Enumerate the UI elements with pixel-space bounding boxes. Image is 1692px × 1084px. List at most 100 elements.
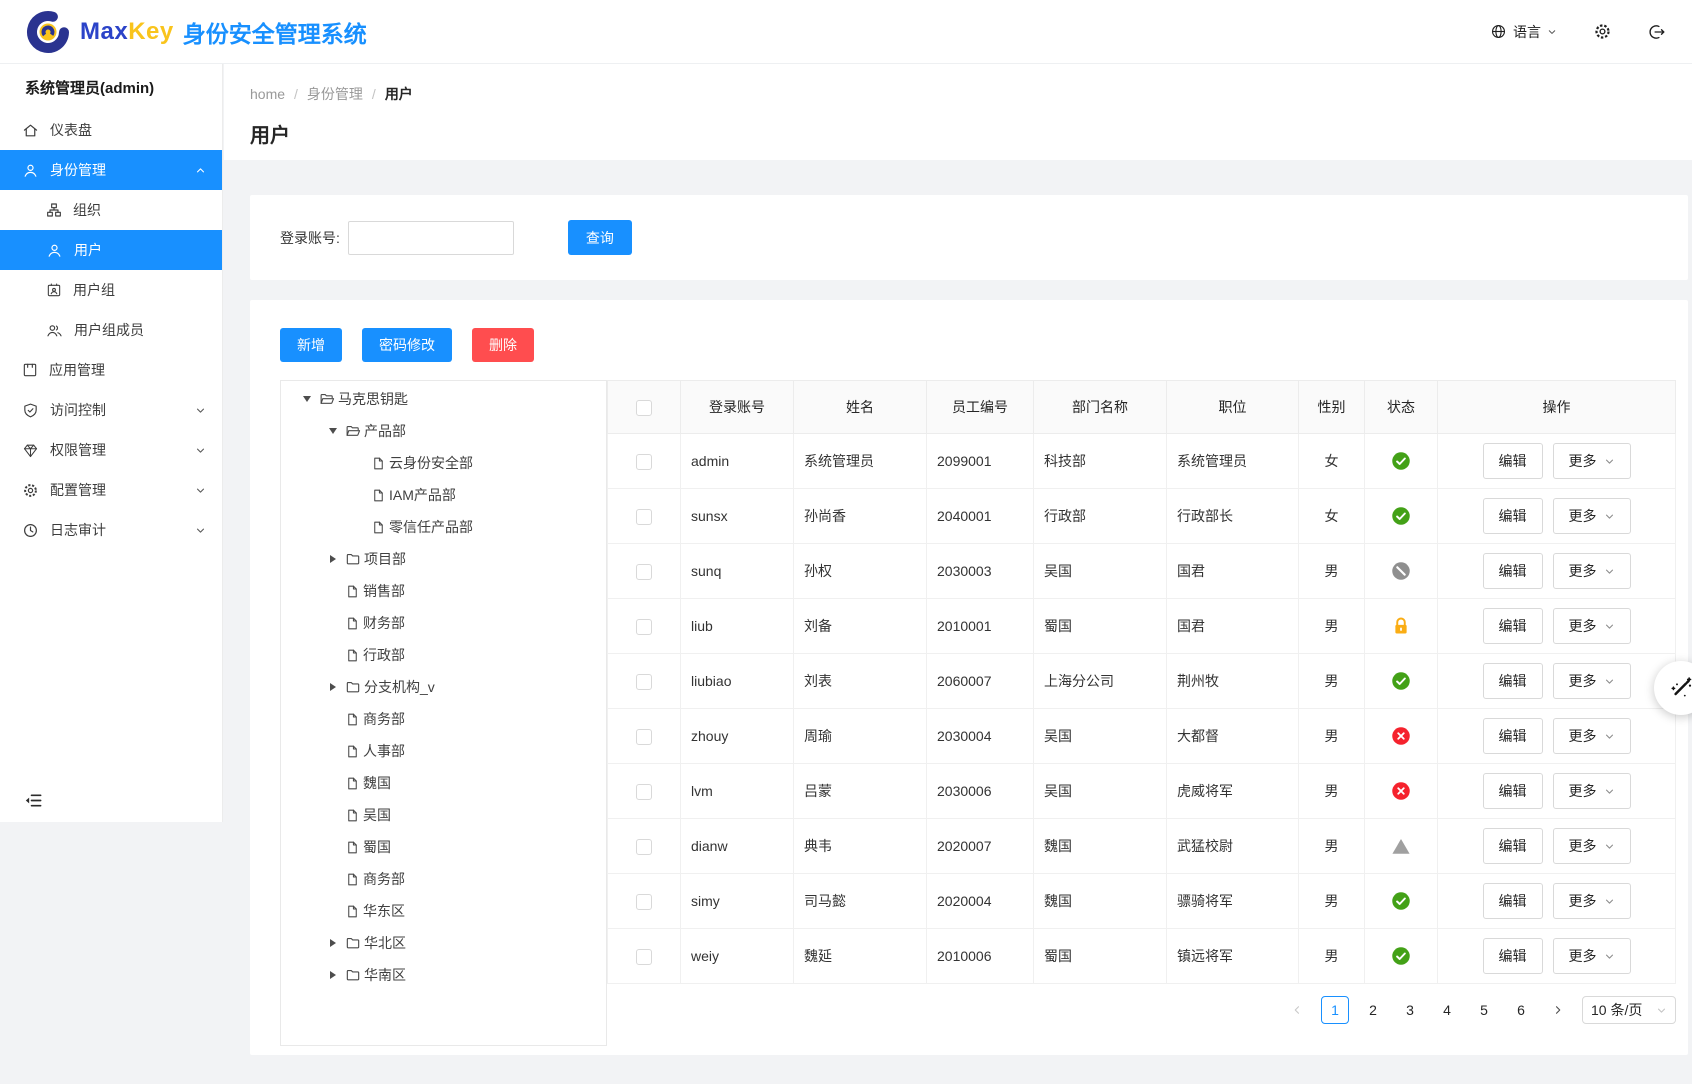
tree-node[interactable]: 商务部 (281, 863, 606, 895)
sidebar-item-log-audit[interactable]: 日志审计 (0, 510, 222, 550)
sidebar-item-app-management[interactable]: 应用管理 (0, 350, 222, 390)
more-button[interactable]: 更多 (1553, 553, 1631, 589)
row-checkbox[interactable] (636, 509, 652, 525)
tree-node[interactable]: 销售部 (281, 575, 606, 607)
tree-node[interactable]: 马克思钥匙 (281, 383, 606, 415)
tree-node-label: 云身份安全部 (389, 453, 473, 473)
tree-node[interactable]: 商务部 (281, 703, 606, 735)
sidebar-item-identity[interactable]: 身份管理 (0, 150, 222, 190)
tree-node[interactable]: 华北区 (281, 927, 606, 959)
tree-node[interactable]: 蜀国 (281, 831, 606, 863)
caret-down-icon[interactable] (321, 428, 345, 434)
sidebar-item-user-group[interactable]: 用户组 (0, 270, 222, 310)
tree-node[interactable]: 魏国 (281, 767, 606, 799)
tree-node[interactable]: 财务部 (281, 607, 606, 639)
cell-employee-no: 2030006 (927, 764, 1034, 819)
change-password-button[interactable]: 密码修改 (362, 328, 452, 362)
more-button[interactable]: 更多 (1553, 773, 1631, 809)
page-button-3[interactable]: 3 (1397, 996, 1423, 1024)
caret-right-icon[interactable] (321, 683, 345, 691)
edit-button[interactable]: 编辑 (1483, 938, 1543, 974)
menu-fold-icon[interactable] (24, 791, 43, 810)
tree-node-label: 商务部 (363, 709, 405, 729)
more-button[interactable]: 更多 (1553, 443, 1631, 479)
breadcrumb-home[interactable]: home (250, 86, 285, 102)
prev-page-button[interactable] (1284, 996, 1310, 1024)
tree-node[interactable]: 华南区 (281, 959, 606, 991)
more-button[interactable]: 更多 (1553, 718, 1631, 754)
more-button[interactable]: 更多 (1553, 938, 1631, 974)
row-checkbox[interactable] (636, 674, 652, 690)
tree-node[interactable]: 吴国 (281, 799, 606, 831)
edit-button[interactable]: 编辑 (1483, 828, 1543, 864)
page-button-5[interactable]: 5 (1471, 996, 1497, 1024)
tree-node[interactable]: 华东区 (281, 895, 606, 927)
page-button-4[interactable]: 4 (1434, 996, 1460, 1024)
delete-button[interactable]: 删除 (472, 328, 534, 362)
edit-button[interactable]: 编辑 (1483, 663, 1543, 699)
cell-employee-no: 2099001 (927, 434, 1034, 489)
tree-node[interactable]: 云身份安全部 (281, 447, 606, 479)
page-button-6[interactable]: 6 (1508, 996, 1534, 1024)
logout-button[interactable] (1648, 23, 1666, 41)
add-button[interactable]: 新增 (280, 328, 342, 362)
more-button[interactable]: 更多 (1553, 498, 1631, 534)
more-button[interactable]: 更多 (1553, 883, 1631, 919)
app-title: 身份安全管理系统 (183, 15, 367, 49)
page-button-1[interactable]: 1 (1321, 996, 1349, 1024)
cell-name: 刘备 (794, 599, 927, 654)
login-account-input[interactable] (348, 221, 514, 255)
row-checkbox[interactable] (636, 729, 652, 745)
tree-node[interactable]: IAM产品部 (281, 479, 606, 511)
edit-button[interactable]: 编辑 (1483, 773, 1543, 809)
tree-node[interactable]: 产品部 (281, 415, 606, 447)
page-button-2[interactable]: 2 (1360, 996, 1386, 1024)
more-button[interactable]: 更多 (1553, 663, 1631, 699)
tree-node[interactable]: 项目部 (281, 543, 606, 575)
edit-button[interactable]: 编辑 (1483, 883, 1543, 919)
sidebar-item-user-group-members[interactable]: 用户组成员 (0, 310, 222, 350)
sidebar-item-permission[interactable]: 权限管理 (0, 430, 222, 470)
breadcrumb-identity[interactable]: 身份管理 (307, 84, 363, 104)
caret-right-icon[interactable] (321, 971, 345, 979)
tree-node-label: 吴国 (363, 805, 391, 825)
row-checkbox[interactable] (636, 454, 652, 470)
sidebar-item-user[interactable]: 用户 (0, 230, 222, 270)
caret-right-icon[interactable] (321, 939, 345, 947)
caret-down-icon[interactable] (295, 396, 319, 402)
sidebar-item-dashboard[interactable]: 仪表盘 (0, 110, 222, 150)
brand[interactable]: MaxKey 身份安全管理系统 (26, 10, 367, 54)
language-label: 语言 (1513, 22, 1541, 42)
row-checkbox[interactable] (636, 784, 652, 800)
page-size-select[interactable]: 10 条/页 (1582, 996, 1676, 1024)
row-checkbox[interactable] (636, 949, 652, 965)
settings-button[interactable] (1593, 22, 1612, 41)
tree-node-label: 销售部 (363, 581, 405, 601)
edit-button[interactable]: 编辑 (1483, 553, 1543, 589)
sidebar-item-organization[interactable]: 组织 (0, 190, 222, 230)
more-button[interactable]: 更多 (1553, 608, 1631, 644)
edit-button[interactable]: 编辑 (1483, 608, 1543, 644)
folder-open-icon (319, 391, 335, 407)
tree-node[interactable]: 分支机构_v (281, 671, 606, 703)
row-checkbox[interactable] (636, 564, 652, 580)
sidebar-item-configuration[interactable]: 配置管理 (0, 470, 222, 510)
row-checkbox[interactable] (636, 619, 652, 635)
column-header: 操作 (1438, 381, 1676, 434)
tree-node[interactable]: 人事部 (281, 735, 606, 767)
edit-button[interactable]: 编辑 (1483, 443, 1543, 479)
row-checkbox[interactable] (636, 894, 652, 910)
caret-right-icon[interactable] (321, 555, 345, 563)
query-button[interactable]: 查询 (568, 220, 632, 255)
edit-button[interactable]: 编辑 (1483, 718, 1543, 754)
edit-button[interactable]: 编辑 (1483, 498, 1543, 534)
language-switcher[interactable]: 语言 (1490, 22, 1557, 42)
more-button[interactable]: 更多 (1553, 828, 1631, 864)
select-all-checkbox[interactable] (636, 400, 652, 416)
next-page-button[interactable] (1545, 996, 1571, 1024)
tree-node[interactable]: 零信任产品部 (281, 511, 606, 543)
row-checkbox[interactable] (636, 839, 652, 855)
sidebar-item-access-control[interactable]: 访问控制 (0, 390, 222, 430)
tree-node[interactable]: 行政部 (281, 639, 606, 671)
cell-actions: 编辑更多 (1438, 929, 1676, 984)
